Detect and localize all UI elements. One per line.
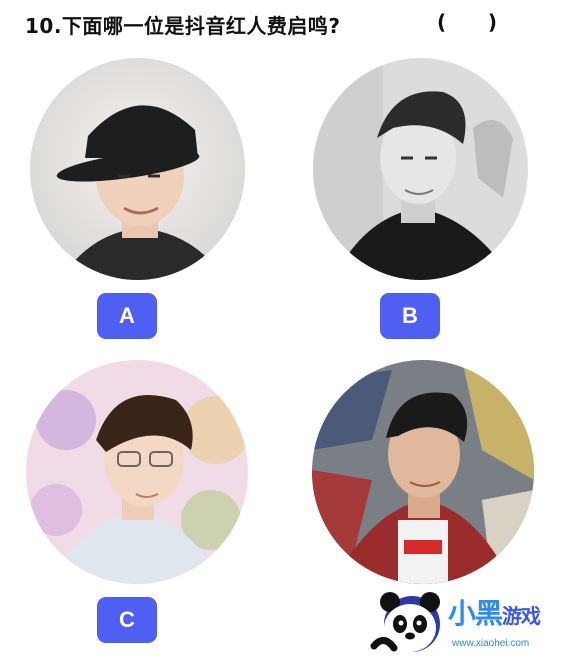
panda-logo-icon (370, 592, 440, 652)
option-d-photo[interactable] (312, 360, 534, 584)
option-b-button[interactable]: B (380, 293, 440, 339)
option-c-photo[interactable] (26, 360, 248, 584)
option-a-button[interactable]: A (97, 293, 157, 339)
answer-blank: ( ) (437, 10, 498, 34)
xiaohei-watermark: 小黑游戏 www.xiaohei.com (370, 590, 560, 656)
portrait-a-image (30, 58, 245, 280)
watermark-url: www.xiaohei.com (452, 638, 530, 649)
option-b-photo[interactable] (313, 58, 528, 280)
portrait-c-image (26, 360, 248, 584)
option-c-button[interactable]: C (97, 597, 157, 643)
watermark-brand: 小黑游戏 (448, 597, 541, 630)
option-a-photo[interactable] (30, 58, 245, 280)
portrait-b-image (313, 58, 528, 280)
portrait-d-image (312, 360, 534, 584)
question-title: 10.下面哪一位是抖音红人费启鸣? (25, 14, 341, 38)
